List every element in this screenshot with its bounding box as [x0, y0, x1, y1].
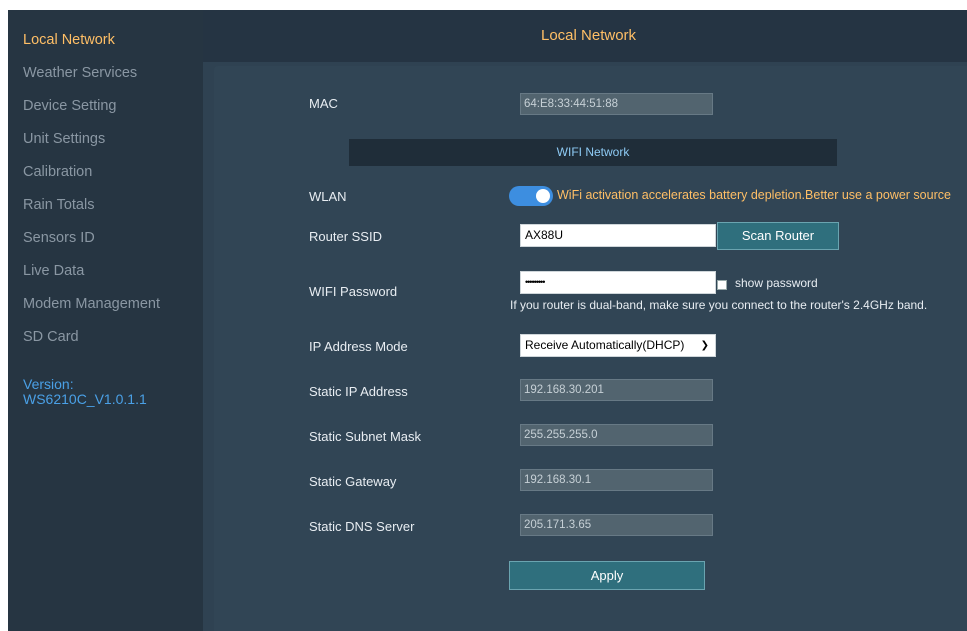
page-header: Local Network	[203, 10, 967, 62]
static-ip-field: 192.168.30.201	[520, 379, 713, 401]
dual-band-note: If you router is dual-band, make sure yo…	[510, 298, 928, 312]
sidebar-item-live-data[interactable]: Live Data	[23, 263, 84, 279]
dns-field: 205.171.3.65	[520, 514, 713, 536]
password-label: WIFI Password	[309, 284, 398, 299]
page-title: Local Network	[541, 27, 637, 44]
ssid-input[interactable]: AX88U	[520, 224, 716, 247]
subnet-label: Static Subnet Mask	[309, 429, 421, 444]
show-password-label: show password	[735, 276, 818, 290]
toggle-knob	[536, 189, 550, 203]
sidebar-item-sd-card[interactable]: SD Card	[23, 329, 79, 345]
gateway-field: 192.168.30.1	[520, 469, 713, 491]
password-input[interactable]: •••••••••	[520, 271, 716, 294]
settings-form: MAC 64:E8:33:44:51:88 WIFI Network WLAN …	[214, 66, 967, 631]
scan-router-button[interactable]: Scan Router	[717, 222, 839, 250]
ip-mode-selected: Receive Automatically(DHCP)	[525, 338, 685, 352]
sidebar-item-rain-totals[interactable]: Rain Totals	[23, 197, 94, 213]
sidebar-item-modem-management[interactable]: Modem Management	[23, 296, 160, 312]
version-label: Version:	[23, 376, 74, 392]
wlan-label: WLAN	[309, 189, 347, 204]
main-panel: Local Network MAC 64:E8:33:44:51:88 WIFI…	[203, 10, 967, 631]
subnet-field: 255.255.255.0	[520, 424, 713, 446]
ip-mode-select[interactable]: Receive Automatically(DHCP) ❯	[520, 334, 716, 357]
wlan-toggle[interactable]	[509, 186, 553, 206]
sidebar-item-calibration[interactable]: Calibration	[23, 164, 92, 180]
apply-button[interactable]: Apply	[509, 561, 705, 590]
sidebar-item-unit-settings[interactable]: Unit Settings	[23, 131, 105, 147]
ssid-label: Router SSID	[309, 229, 382, 244]
sidebar-item-device-setting[interactable]: Device Setting	[23, 98, 117, 114]
wlan-warning: WiFi activation accelerates battery depl…	[557, 188, 951, 202]
show-password-checkbox[interactable]	[717, 280, 727, 290]
version-info: Version: WS6210C_V1.0.1.1	[23, 377, 147, 407]
mac-field: 64:E8:33:44:51:88	[520, 93, 713, 115]
mac-label: MAC	[309, 96, 338, 111]
static-ip-label: Static IP Address	[309, 384, 408, 399]
sidebar-item-sensors-id[interactable]: Sensors ID	[23, 230, 95, 246]
sidebar: Local Network Weather Services Device Se…	[8, 10, 203, 631]
wifi-section-header: WIFI Network	[349, 139, 837, 166]
gateway-label: Static Gateway	[309, 474, 397, 489]
version-value: WS6210C_V1.0.1.1	[23, 391, 147, 407]
sidebar-item-local-network[interactable]: Local Network	[23, 32, 115, 48]
chevron-down-icon: ❯	[700, 340, 709, 351]
dns-label: Static DNS Server	[309, 519, 415, 534]
ip-mode-label: IP Address Mode	[309, 339, 408, 354]
sidebar-item-weather-services[interactable]: Weather Services	[23, 65, 137, 81]
